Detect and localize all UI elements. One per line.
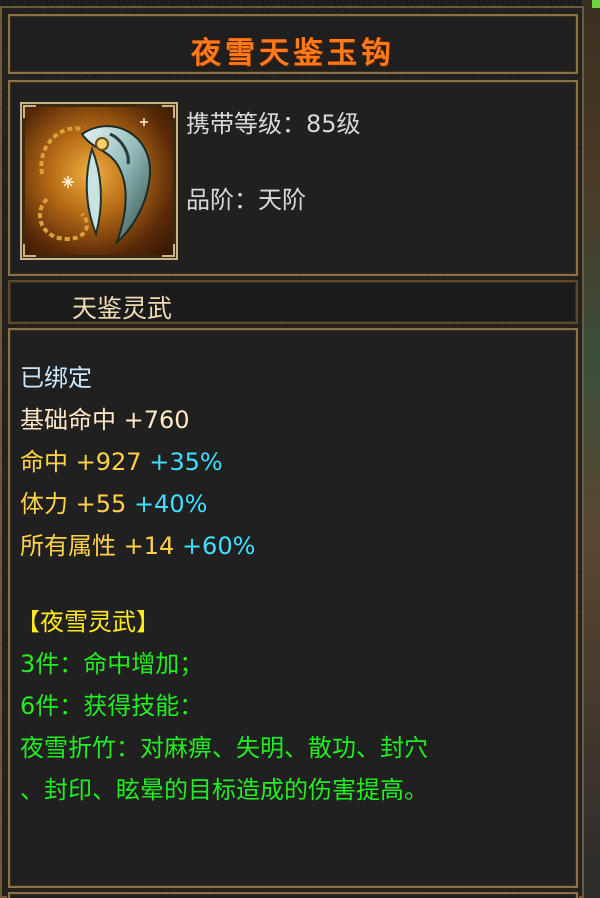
hit-row: 命中 +927 +35%: [20, 442, 223, 477]
set-bonus-6: 6件：获得技能：: [20, 692, 204, 720]
background-detail: [592, 0, 600, 8]
jade-hook-weapon-icon: [20, 102, 178, 260]
base-hit-value: +760: [123, 406, 190, 434]
hit-bonus: +35%: [149, 448, 223, 476]
item-tooltip-panel: 夜雪天鉴玉钩 携带等级：85级 品阶：天阶 天鉴灵武 已绑定 基础命中 +760…: [0, 6, 584, 898]
stamina-row: 体力 +55 +40%: [20, 484, 207, 519]
hit-value: +927: [75, 448, 142, 476]
item-info-frame: 携带等级：85级 品阶：天阶: [8, 80, 578, 276]
carry-level-value: 85级: [306, 110, 361, 138]
category-frame: 天鉴灵武: [8, 280, 578, 324]
base-hit-row: 基础命中 +760: [20, 400, 190, 435]
item-tooltip-screen: 夜雪天鉴玉钩 携带等级：85级 品阶：天阶 天鉴灵武 已绑定 基础命中 +760…: [0, 0, 600, 898]
grade-label: 品阶：: [186, 186, 258, 214]
game-background-strip: [582, 0, 600, 898]
base-hit-label: 基础命中: [20, 406, 116, 434]
carry-level-row: 携带等级：85级: [186, 104, 361, 139]
stats-frame: 已绑定 基础命中 +760 命中 +927 +35% 体力 +55 +40% 所…: [8, 328, 578, 888]
carry-level-label: 携带等级：: [186, 110, 306, 138]
stamina-value: +55: [75, 490, 127, 518]
item-name: 夜雪天鉴玉钩: [191, 36, 395, 71]
stamina-bonus: +40%: [133, 490, 208, 518]
set-skill-line-2: 、封印、眩晕的目标造成的伤害提高。: [20, 776, 428, 804]
set-bonus-3: 3件：命中增加；: [20, 650, 204, 678]
all-attributes-label: 所有属性: [20, 532, 116, 560]
all-attributes-row: 所有属性 +14 +60%: [20, 526, 255, 561]
item-category: 天鉴灵武: [72, 294, 173, 323]
set-skill-line-1: 夜雪折竹：对麻痹、失明、散功、封穴: [20, 734, 428, 762]
hit-label: 命中: [20, 448, 68, 476]
grade-value: 天阶: [258, 186, 306, 214]
all-attributes-bonus: +60%: [181, 532, 256, 560]
all-attributes-value: +14: [123, 532, 175, 560]
bound-status: 已绑定: [20, 364, 92, 392]
grade-row: 品阶：天阶: [186, 180, 306, 215]
title-frame: 夜雪天鉴玉钩: [8, 14, 578, 74]
next-section-frame: [8, 892, 578, 898]
set-name: 【夜雪灵武】: [16, 608, 160, 636]
stamina-label: 体力: [20, 490, 68, 518]
